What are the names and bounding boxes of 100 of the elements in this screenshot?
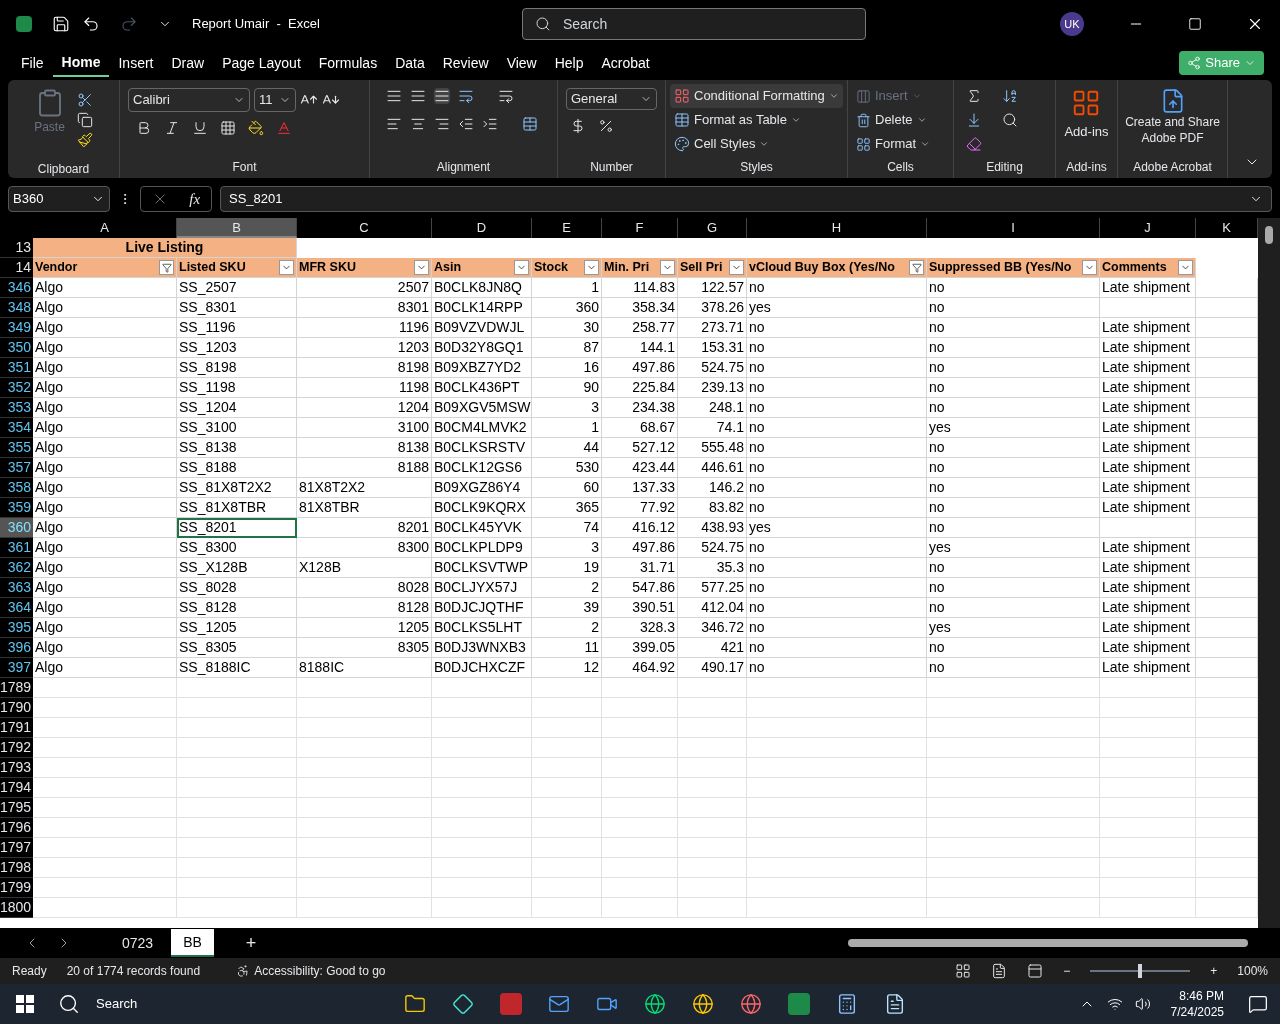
filter-button[interactable] — [1178, 260, 1193, 275]
align-right-icon[interactable] — [434, 116, 450, 132]
formula-field[interactable]: SS_8201 — [220, 186, 1272, 212]
zoom-in-button[interactable]: + — [1210, 962, 1218, 980]
borders-icon[interactable] — [220, 120, 236, 136]
styles-button[interactable]: Cell Styles — [670, 132, 843, 156]
undo-icon[interactable] — [82, 15, 100, 33]
function-button[interactable]: fx — [189, 187, 201, 211]
mail-icon[interactable] — [548, 993, 570, 1015]
row-header[interactable]: 396 — [0, 638, 33, 658]
increase-indent-icon[interactable] — [482, 116, 498, 132]
row-header[interactable]: 1796 — [0, 818, 33, 838]
decrease-indent-icon[interactable] — [458, 116, 474, 132]
row-header[interactable]: 1797 — [0, 838, 33, 858]
filter-button[interactable] — [729, 260, 744, 275]
filter-button[interactable] — [584, 260, 599, 275]
filter-applied-button[interactable] — [909, 260, 924, 275]
menu-tab[interactable]: Draw — [162, 49, 214, 77]
align-center-icon[interactable] — [410, 116, 426, 132]
format-painter-icon[interactable] — [76, 132, 93, 148]
document-icon[interactable] — [884, 993, 906, 1015]
column-header[interactable]: F — [602, 218, 678, 238]
page-break-icon[interactable] — [1027, 963, 1044, 979]
volume-icon[interactable] — [1134, 996, 1151, 1012]
row-header[interactable]: 351 — [0, 358, 33, 378]
row-header[interactable]: 362 — [0, 558, 33, 578]
browser-icon[interactable] — [692, 993, 714, 1015]
zoom-thumb[interactable] — [1138, 964, 1143, 978]
align-left-icon[interactable] — [386, 116, 402, 132]
diamond-icon[interactable] — [452, 993, 474, 1015]
fill-icon[interactable] — [966, 112, 982, 128]
menu-tab[interactable]: Insert — [109, 49, 163, 77]
search-field[interactable]: Search — [521, 8, 866, 40]
row-header[interactable]: 1789 — [0, 678, 33, 698]
underline-icon[interactable] — [192, 120, 208, 136]
row-header[interactable]: 353 — [0, 398, 33, 418]
clear-icon[interactable] — [966, 136, 982, 152]
column-header[interactable]: G — [678, 218, 747, 238]
column-header[interactable]: J — [1100, 218, 1196, 238]
calculator-icon[interactable] — [836, 993, 858, 1015]
row-header[interactable]: 363 — [0, 578, 33, 598]
windows-start-icon[interactable] — [16, 995, 34, 1013]
row-header[interactable]: 1798 — [0, 858, 33, 878]
filter-button[interactable] — [279, 260, 294, 275]
sheet-tab[interactable]: BB — [171, 929, 214, 957]
fill-color-icon[interactable] — [248, 120, 264, 136]
filter-button[interactable] — [414, 260, 429, 275]
menu-tab[interactable]: View — [497, 49, 546, 77]
row-header[interactable]: 359 — [0, 498, 33, 518]
redo-icon[interactable] — [120, 15, 138, 33]
menu-tab[interactable]: File — [12, 49, 53, 77]
row-header[interactable]: 1799 — [0, 878, 33, 898]
column-header[interactable]: E — [532, 218, 602, 238]
filter-button[interactable] — [1082, 260, 1097, 275]
excel-app-icon[interactable] — [788, 993, 810, 1015]
browser-icon[interactable] — [644, 993, 666, 1015]
bold-icon[interactable] — [136, 120, 152, 136]
add-sheet-button[interactable]: + — [245, 929, 257, 957]
percent-icon[interactable] — [598, 118, 614, 134]
name-box[interactable]: B360 — [8, 186, 110, 212]
row-header[interactable]: 354 — [0, 418, 33, 438]
menu-tab[interactable]: Review — [433, 49, 498, 77]
row-header[interactable]: 1792 — [0, 738, 33, 758]
cells-button[interactable]: Delete — [856, 108, 945, 132]
accessibility-status[interactable]: Accessibility: Good to go — [236, 962, 386, 980]
font-size-dropdown[interactable]: 11 — [254, 88, 296, 112]
row-header[interactable]: 352 — [0, 378, 33, 398]
row-header[interactable]: 14 — [0, 258, 33, 278]
filter-applied-button[interactable] — [159, 260, 174, 275]
copy-icon[interactable] — [76, 112, 93, 128]
zoom-out-button[interactable]: − — [1063, 962, 1071, 980]
row-header[interactable]: 348 — [0, 298, 33, 318]
row-header[interactable]: 346 — [0, 278, 33, 298]
row-header[interactable]: 360 — [0, 518, 33, 538]
save-icon[interactable] — [52, 15, 70, 33]
maximize-icon[interactable] — [1188, 17, 1202, 31]
currency-icon[interactable] — [570, 118, 586, 134]
bottom-align-icon[interactable] — [434, 88, 450, 104]
find-icon[interactable] — [1002, 112, 1018, 128]
column-header[interactable]: C — [297, 218, 432, 238]
horizontal-scrollbar[interactable] — [848, 939, 1248, 947]
styles-button[interactable]: Format as Table — [670, 108, 843, 132]
row-header[interactable]: 395 — [0, 618, 33, 638]
sheet-tab[interactable]: 0723 — [104, 929, 172, 957]
menu-tab[interactable]: Acrobat — [592, 49, 659, 77]
row-header[interactable]: 1794 — [0, 778, 33, 798]
wrap-text-icon[interactable] — [498, 88, 514, 104]
top-align-icon[interactable] — [386, 88, 402, 104]
page-layout-icon[interactable] — [991, 963, 1008, 979]
row-header[interactable]: 357 — [0, 458, 33, 478]
folder-icon[interactable] — [404, 993, 426, 1015]
row-header[interactable]: 358 — [0, 478, 33, 498]
cells-button[interactable]: Format — [856, 132, 945, 156]
column-header[interactable]: B — [177, 218, 297, 238]
menu-tab[interactable]: Formulas — [309, 49, 387, 77]
orientation-icon[interactable] — [458, 88, 474, 104]
add-ins-button[interactable]: Add-ins — [1064, 88, 1109, 142]
row-header[interactable]: 13 — [0, 238, 33, 258]
row-header[interactable]: 349 — [0, 318, 33, 338]
notifications-icon[interactable] — [1248, 994, 1268, 1014]
